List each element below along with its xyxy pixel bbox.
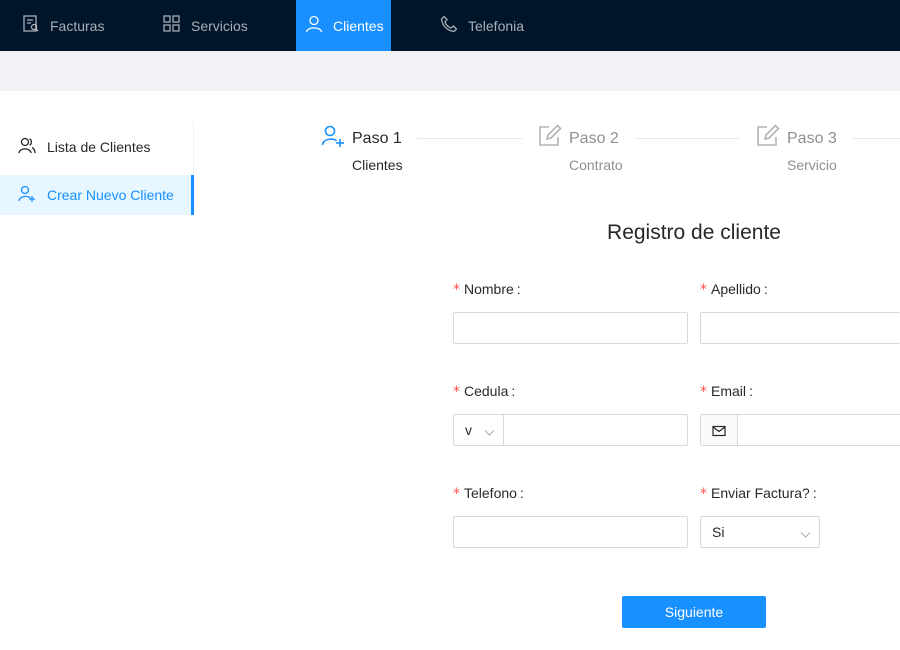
- label-colon: :: [749, 383, 753, 399]
- nav-item-label: Clientes: [333, 17, 384, 34]
- nav-item-servicios[interactable]: Servicios: [163, 0, 248, 51]
- form-title: Registro de cliente: [607, 221, 781, 244]
- label-text: Telefono: [464, 485, 517, 501]
- select-value: v: [465, 422, 472, 438]
- invoice-icon: [22, 15, 50, 36]
- label-colon: :: [516, 281, 521, 297]
- required-mark: *: [453, 282, 460, 298]
- nav-item-label: Servicios: [191, 17, 248, 34]
- enviar-factura-select[interactable]: Si: [700, 516, 820, 548]
- step-title: Paso 1: [352, 130, 402, 147]
- nav-item-label: Telefonia: [468, 17, 525, 34]
- nav-item-telefonia[interactable]: Telefonia: [440, 0, 524, 51]
- label-colon: :: [763, 281, 768, 297]
- step-description: Servicio: [787, 157, 837, 173]
- user-add-icon: [18, 185, 47, 206]
- label-text: Nombre: [464, 281, 514, 297]
- chevron-down-icon: [800, 527, 811, 543]
- step-title: Paso 3: [787, 130, 837, 147]
- sidebar-item-label: Crear Nuevo Cliente: [47, 187, 174, 203]
- apellido-input[interactable]: [700, 312, 900, 344]
- select-value: Si: [712, 524, 725, 540]
- nav-item-label: Facturas: [50, 17, 105, 34]
- label-text: Apellido: [711, 281, 761, 297]
- telefono-label: * Telefono:: [453, 485, 524, 502]
- required-mark: *: [700, 486, 707, 502]
- step-connector: [634, 138, 739, 139]
- nombre-input[interactable]: [453, 312, 688, 344]
- telefono-input[interactable]: [453, 516, 688, 548]
- sidebar-item-crear-cliente[interactable]: Crear Nuevo Cliente: [0, 175, 194, 215]
- apellido-label: * Apellido:: [700, 281, 768, 298]
- user-icon: [305, 15, 333, 36]
- email-addon: [700, 414, 738, 446]
- edit-icon: [756, 124, 780, 148]
- cedula-prefix-select[interactable]: v: [453, 414, 504, 446]
- email-input[interactable]: [737, 414, 900, 446]
- step-connector: [853, 138, 900, 139]
- label-colon: :: [511, 383, 516, 399]
- siguiente-button[interactable]: Siguiente: [622, 596, 766, 628]
- cedula-input[interactable]: [503, 414, 688, 446]
- cedula-label: * Cedula:: [453, 383, 515, 400]
- required-mark: *: [453, 486, 460, 502]
- label-colon: :: [519, 485, 524, 501]
- users-icon: [18, 137, 47, 158]
- breadcrumb-bar: [0, 51, 900, 91]
- label-colon: :: [812, 485, 817, 501]
- required-mark: *: [453, 384, 460, 400]
- nav-item-facturas[interactable]: Facturas: [22, 0, 104, 51]
- mail-icon: [712, 424, 726, 440]
- step-description: Contrato: [569, 157, 623, 173]
- required-mark: *: [700, 384, 707, 400]
- step-title: Paso 2: [569, 130, 619, 147]
- enviar-factura-label: * Enviar Factura?:: [700, 485, 817, 502]
- sidebar: Lista de Clientes Crear Nuevo Cliente: [0, 122, 194, 215]
- nombre-label: * Nombre:: [453, 281, 521, 298]
- chevron-down-icon: [484, 425, 495, 441]
- top-navigation: Facturas Servicios Clientes Telefonia: [0, 0, 900, 51]
- grid-icon: [163, 15, 191, 36]
- label-text: Email: [711, 383, 747, 399]
- sidebar-item-label: Lista de Clientes: [47, 139, 151, 155]
- step-connector: [417, 138, 522, 139]
- label-text: Cedula: [464, 383, 509, 399]
- required-mark: *: [700, 282, 707, 298]
- user-add-icon: [321, 124, 345, 148]
- email-label: * Email:: [700, 383, 753, 400]
- phone-icon: [440, 15, 468, 36]
- sidebar-item-lista-clientes[interactable]: Lista de Clientes: [0, 127, 194, 167]
- label-text: Enviar Factura?: [711, 485, 810, 501]
- edit-icon: [538, 124, 562, 148]
- step-description: Clientes: [352, 157, 403, 173]
- nav-item-clientes[interactable]: Clientes: [296, 0, 391, 51]
